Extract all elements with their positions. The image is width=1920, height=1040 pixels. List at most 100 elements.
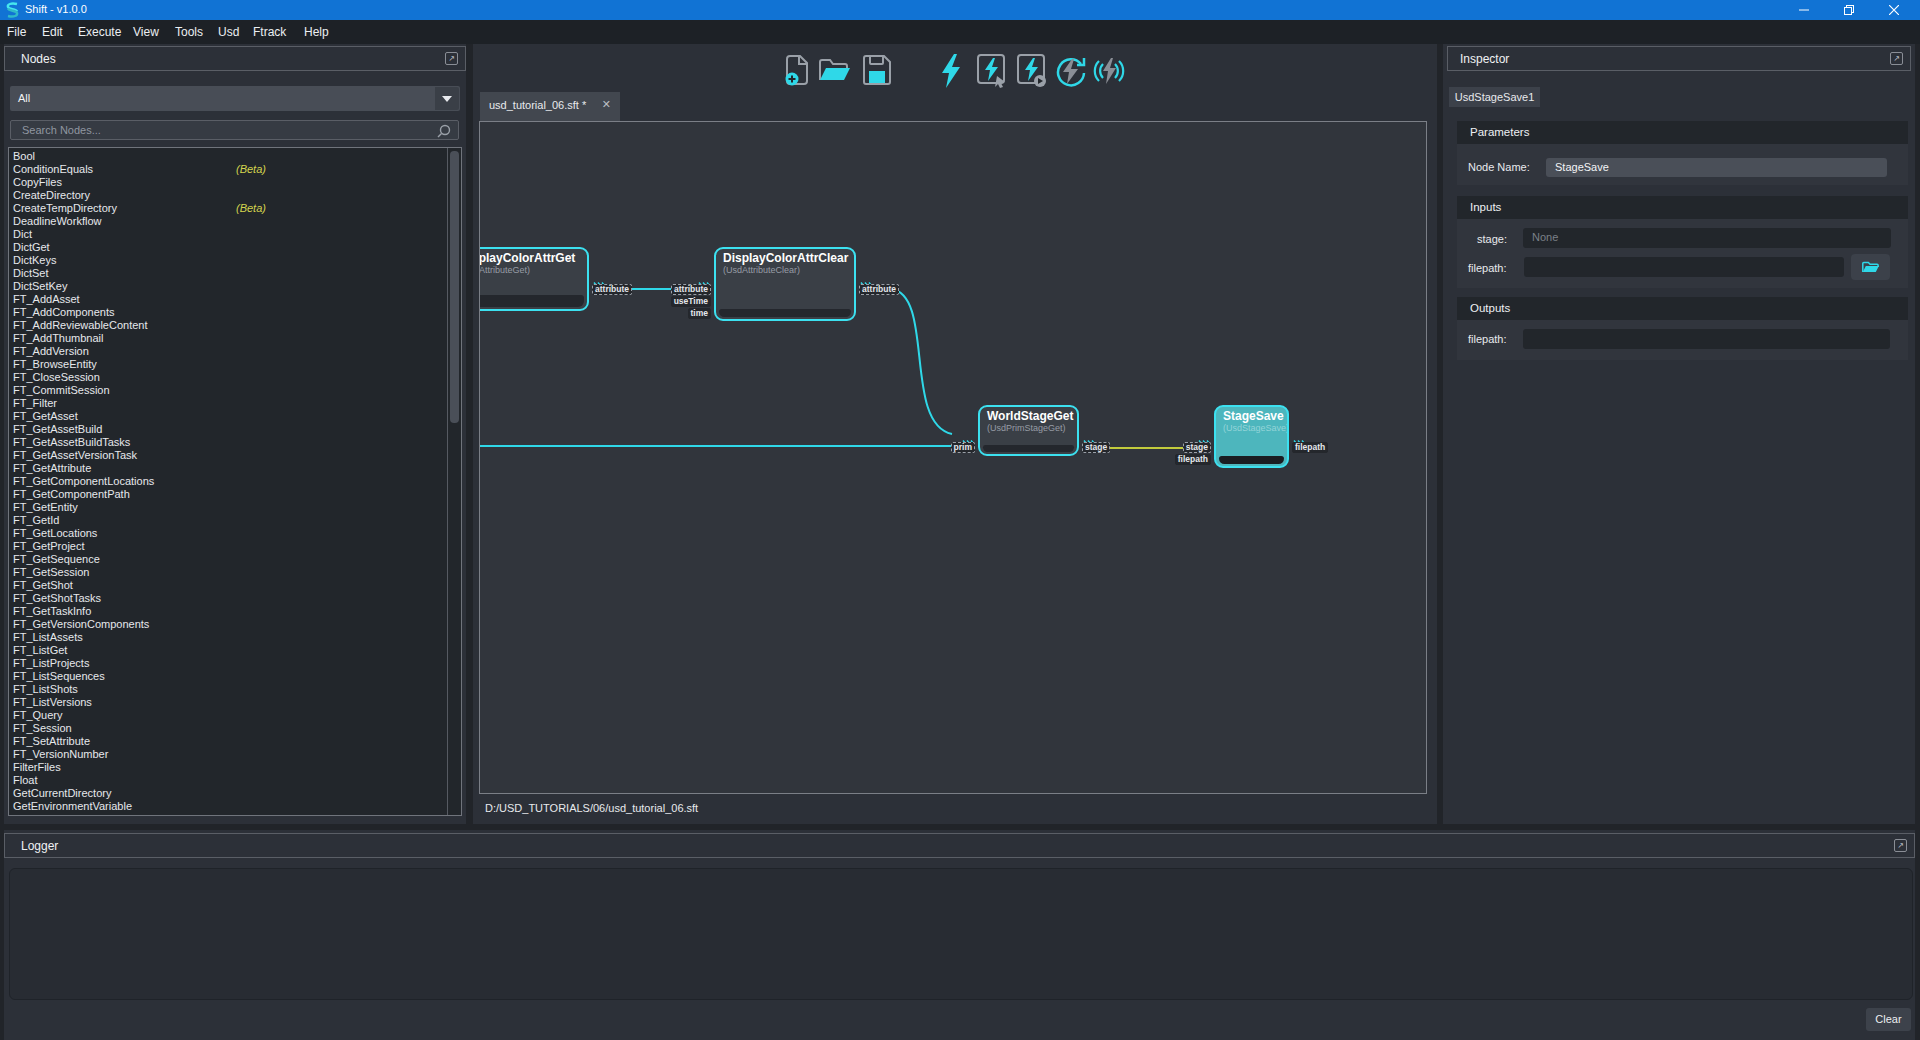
- menu-ftrack[interactable]: Ftrack: [253, 25, 286, 39]
- graph-node[interactable]: StageSave(UsdStageSave): [1214, 405, 1289, 468]
- node-type-item[interactable]: FT_GetAsset: [9, 410, 461, 423]
- node-type-item[interactable]: FT_GetProject: [9, 540, 461, 553]
- scrollbar-handle[interactable]: [450, 151, 459, 423]
- node-type-item[interactable]: FT_ListProjects: [9, 657, 461, 670]
- node-type-item[interactable]: FT_GetComponentLocations: [9, 475, 461, 488]
- input-port-arrows-icon[interactable]: [698, 275, 711, 283]
- node-type-item[interactable]: FT_ListAssets: [9, 631, 461, 644]
- undock-icon[interactable]: ↗: [1890, 52, 1903, 65]
- node-type-item[interactable]: ConditionEquals(Beta): [9, 163, 461, 176]
- execute-icon[interactable]: [940, 54, 962, 92]
- clear-logger-button[interactable]: Clear: [1866, 1008, 1911, 1031]
- graph-tab[interactable]: usd_tutorial_06.sft * ✕: [480, 92, 620, 121]
- node-type-item[interactable]: GetCurrentDirectory: [9, 787, 461, 800]
- node-type-item[interactable]: FT_Filter: [9, 397, 461, 410]
- menu-execute[interactable]: Execute: [78, 25, 121, 39]
- dropdown-button[interactable]: [435, 87, 459, 110]
- node-type-item[interactable]: Dict: [9, 228, 461, 241]
- node-type-item[interactable]: DictKeys: [9, 254, 461, 267]
- new-graph-icon[interactable]: [783, 54, 813, 90]
- menu-usd[interactable]: Usd: [218, 25, 239, 39]
- node-type-item[interactable]: FT_BrowseEntity: [9, 358, 461, 371]
- node-type-item[interactable]: FT_SetAttribute: [9, 735, 461, 748]
- node-type-item[interactable]: FT_GetLocations: [9, 527, 461, 540]
- input-port-prim[interactable]: prim: [951, 442, 975, 453]
- stage-input-field[interactable]: None: [1523, 228, 1891, 248]
- graph-node[interactable]: WorldStageGet(UsdPrimStageGet): [978, 405, 1079, 456]
- node-type-item[interactable]: CopyFiles: [9, 176, 461, 189]
- node-type-item[interactable]: FT_Query: [9, 709, 461, 722]
- node-type-item[interactable]: FT_AddThumbnail: [9, 332, 461, 345]
- save-graph-icon[interactable]: [862, 54, 892, 90]
- input-port-stage[interactable]: stage: [1183, 442, 1211, 453]
- undock-icon[interactable]: ↗: [1894, 839, 1907, 852]
- node-type-item[interactable]: FT_GetTaskInfo: [9, 605, 461, 618]
- execute-event-icon[interactable]: [1092, 54, 1126, 92]
- node-type-item[interactable]: GetEnvironmentVariable: [9, 800, 461, 813]
- open-graph-icon[interactable]: [818, 54, 852, 90]
- node-type-item[interactable]: FT_GetSession: [9, 566, 461, 579]
- browse-filepath-button[interactable]: [1851, 254, 1890, 280]
- input-port-time[interactable]: time: [688, 308, 711, 319]
- filepath-input-field[interactable]: [1524, 257, 1844, 277]
- node-type-item[interactable]: Bool: [9, 150, 461, 163]
- output-port-arrows-icon[interactable]: [1293, 433, 1306, 441]
- node-type-item[interactable]: FT_GetAssetBuildTasks: [9, 436, 461, 449]
- node-type-item[interactable]: FT_VersionNumber: [9, 748, 461, 761]
- search-nodes-input[interactable]: Search Nodes...: [10, 120, 459, 140]
- node-type-item[interactable]: FT_CommitSession: [9, 384, 461, 397]
- node-type-item[interactable]: FT_GetAttribute: [9, 462, 461, 475]
- node-type-item[interactable]: FT_GetShotTasks: [9, 592, 461, 605]
- input-port-useTime[interactable]: useTime: [671, 296, 711, 307]
- output-port-stage[interactable]: stage: [1082, 442, 1110, 453]
- input-port-arrows-icon[interactable]: [962, 433, 975, 441]
- input-port-filepath[interactable]: filepath: [1175, 454, 1211, 465]
- node-type-item[interactable]: CreateTempDirectory(Beta): [9, 202, 461, 215]
- node-name-input[interactable]: StageSave: [1546, 158, 1887, 177]
- node-type-item[interactable]: Float: [9, 774, 461, 787]
- node-type-item[interactable]: FT_GetShot: [9, 579, 461, 592]
- output-port-arrows-icon[interactable]: [860, 275, 873, 283]
- output-port-attribute[interactable]: attribute: [592, 284, 632, 295]
- output-port-arrows-icon[interactable]: [593, 275, 606, 283]
- node-type-item[interactable]: FT_CloseSession: [9, 371, 461, 384]
- node-type-item[interactable]: FT_GetAssetVersionTask: [9, 449, 461, 462]
- output-port-arrows-icon[interactable]: [1083, 433, 1096, 441]
- graph-node[interactable]: DisplayColorAttrClear(UsdAttributeClear): [714, 247, 856, 321]
- tab-close-icon[interactable]: ✕: [602, 98, 611, 111]
- node-type-item[interactable]: FT_ListSequences: [9, 670, 461, 683]
- menu-edit[interactable]: Edit: [42, 25, 63, 39]
- graph-node[interactable]: DisplayColorAttrGet(UsdAttributeGet): [479, 247, 589, 311]
- node-type-item[interactable]: FT_GetVersionComponents: [9, 618, 461, 631]
- node-type-item[interactable]: DictSetKey: [9, 280, 461, 293]
- node-type-item[interactable]: FT_GetEntity: [9, 501, 461, 514]
- node-graph-canvas[interactable]: DisplayColorAttrGet(UsdAttributeGet)attr…: [479, 121, 1427, 794]
- node-type-item[interactable]: DeadlineWorkflow: [9, 215, 461, 228]
- close-button[interactable]: [1871, 0, 1916, 20]
- node-type-item[interactable]: DictSet: [9, 267, 461, 280]
- node-type-item[interactable]: FilterFiles: [9, 761, 461, 774]
- node-type-item[interactable]: FT_GetAssetBuild: [9, 423, 461, 436]
- node-type-item[interactable]: FT_GetComponentPath: [9, 488, 461, 501]
- output-port-filepath[interactable]: filepath: [1292, 442, 1328, 453]
- inspected-node-tab[interactable]: UsdStageSave1: [1449, 87, 1540, 107]
- menu-tools[interactable]: Tools: [175, 25, 203, 39]
- menu-view[interactable]: View: [133, 25, 159, 39]
- menu-help[interactable]: Help: [304, 25, 329, 39]
- menu-file[interactable]: File: [7, 25, 26, 39]
- node-type-item[interactable]: DictGet: [9, 241, 461, 254]
- input-port-attribute[interactable]: attribute: [671, 284, 711, 295]
- node-type-item[interactable]: FT_Session: [9, 722, 461, 735]
- input-port-arrows-icon[interactable]: [1198, 433, 1211, 441]
- re-execute-icon[interactable]: [1054, 54, 1086, 92]
- node-type-item[interactable]: FT_AddComponents: [9, 306, 461, 319]
- output-port-attribute[interactable]: attribute: [859, 284, 899, 295]
- execute-up-to-icon[interactable]: [1017, 54, 1047, 92]
- minimize-button[interactable]: [1781, 0, 1826, 20]
- node-type-item[interactable]: FT_AddReviewableContent: [9, 319, 461, 332]
- node-type-item[interactable]: FT_ListVersions: [9, 696, 461, 709]
- node-type-item[interactable]: FT_ListGet: [9, 644, 461, 657]
- node-type-item[interactable]: FT_AddVersion: [9, 345, 461, 358]
- node-type-item[interactable]: CreateDirectory: [9, 189, 461, 202]
- node-filter-dropdown[interactable]: All: [10, 86, 460, 111]
